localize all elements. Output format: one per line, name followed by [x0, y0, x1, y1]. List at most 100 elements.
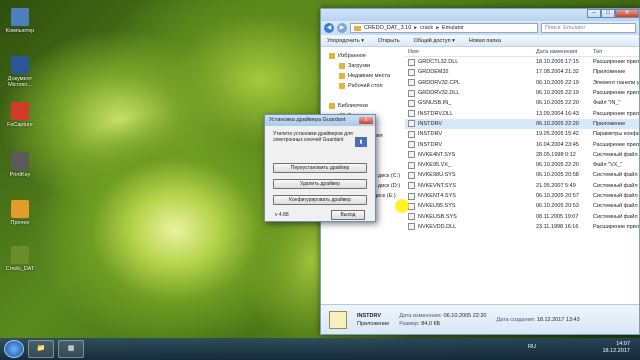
app-taskbar-icon[interactable]: ▦ [58, 340, 84, 358]
details-size: 84,0 КБ [421, 320, 441, 327]
file-row[interactable]: NVKENT4.SYS 06.10.2005 20:57 Системный фай… [405, 191, 639, 201]
breadcrumb-item[interactable]: Emulator [442, 25, 464, 31]
file-type: Расширение прилож [593, 223, 639, 230]
file-row[interactable]: INSTDRV 16.04.2004 23:45 Расширение прилож [405, 139, 639, 149]
file-name-cell: NVKE95.VX_ [408, 161, 536, 169]
file-row[interactable]: NVKE95.VX_ 06.10.2005 22:20 Файл "VX_" [405, 160, 639, 170]
file-name: GSNUSB.IN_ [418, 100, 452, 107]
desktop-icon-image [11, 56, 29, 74]
file-type: Системный файл [593, 182, 638, 189]
file-row[interactable]: NVKEVDD.DLL 23.11.1998 16:16 Расширение пр… [405, 222, 639, 232]
file-type: Системный файл [593, 213, 638, 220]
file-name-cell: NVKEVDD.DLL [408, 223, 536, 231]
version-label: v 4.88 [275, 212, 289, 218]
start-button[interactable] [4, 340, 24, 358]
details-size-label: Размер: [399, 320, 420, 327]
forward-button[interactable]: ▶ [337, 23, 347, 33]
nav-item[interactable]: Избранное [321, 51, 403, 61]
file-row[interactable]: GRDCTL32.DLL 18.10.2005 17:15 Расширение п… [405, 57, 639, 67]
guardant-dialog: Установка драйвера Guardant x Утилита ус… [264, 114, 376, 222]
remove-driver-button[interactable]: Удалить драйвер [273, 179, 367, 189]
nav-item[interactable]: Рабочий стол [321, 81, 403, 91]
exit-button[interactable]: Выход [331, 210, 365, 220]
nav-item-label: Избранное [338, 53, 366, 59]
explorer-titlebar[interactable]: – □ ✕ [321, 9, 639, 21]
file-name: NVKE95.VX_ [418, 162, 452, 169]
file-name-cell: NVKEVNT.SYS [408, 182, 536, 190]
cursor-highlight [395, 199, 409, 213]
explorer-taskbar-icon[interactable]: 📁 [28, 340, 54, 358]
dialog-title[interactable]: Установка драйвера Guardant x [265, 115, 375, 126]
file-row[interactable]: GSNUSB.IN_ 06.10.2005 22:20 Файл "IN_" [405, 98, 639, 108]
folder-icon [339, 73, 345, 79]
desktop-icon[interactable]: Credo_DAT [2, 246, 38, 272]
desktop-icon[interactable]: FsCapture [2, 102, 38, 128]
dialog-description: Утилита установки драйверов для электрон… [273, 131, 353, 143]
folder-icon [339, 63, 345, 69]
details-created: 18.12.2017 13:43 [536, 316, 580, 323]
back-button[interactable]: ◀ [324, 23, 334, 33]
nav-item[interactable]: Загрузки [321, 61, 403, 71]
breadcrumb-item[interactable]: crack [420, 25, 433, 31]
file-type: Расширение прилож [593, 141, 639, 148]
desktop-icon-label: PrintKey [9, 172, 31, 178]
desktop-icon[interactable]: Прочее [2, 200, 38, 226]
file-name: NVKE4NT.SYS [418, 151, 456, 158]
open-button[interactable]: Открыть [378, 38, 400, 44]
breadcrumb-item[interactable]: CREDO_DAT_3.10 [364, 25, 411, 31]
nav-item[interactable]: Библиотеки [321, 101, 403, 111]
file-name: NVKEUSB.SYS [418, 213, 457, 220]
column-date[interactable]: Дата изменения [536, 47, 593, 56]
column-type[interactable]: Тип [593, 47, 639, 56]
folder-icon [329, 103, 335, 109]
new-folder-button[interactable]: Новая папка [469, 38, 501, 44]
file-icon [408, 151, 415, 159]
file-row[interactable]: NVKE4NT.SYS 28.05.1998 0:12 Системный файл [405, 150, 639, 160]
file-icon [408, 130, 415, 138]
minimize-button[interactable]: – [587, 9, 601, 18]
file-row[interactable]: NVKEUSB.SYS 08.11.2005 19:07 Системный фай… [405, 211, 639, 221]
file-name: NVKENT4.SYS [418, 193, 456, 199]
organize-button[interactable]: Упорядочить ▾ [327, 38, 364, 44]
close-button[interactable]: ✕ [615, 9, 639, 18]
file-type: Расширение прилож [593, 110, 639, 117]
file-date: 08.11.2005 19:07 [536, 213, 579, 220]
file-icon [408, 99, 415, 107]
share-button[interactable]: Общий доступ ▾ [414, 38, 455, 44]
file-date: 16.04.2004 23:45 [536, 141, 579, 148]
clock-date: 18.12.2017 [602, 348, 630, 354]
desktop-icon[interactable]: Компьютер [2, 8, 38, 34]
file-date: 23.11.1998 16:16 [536, 223, 579, 230]
file-row[interactable]: NVKEVNT.SYS 21.05.2007 5:49 Системный файл [405, 181, 639, 191]
configure-driver-button[interactable]: Конфигурировать драйвер [273, 195, 367, 205]
dialog-close-button[interactable]: x [359, 117, 373, 124]
file-row[interactable]: INSTDRV.DLL 13.09.2004 16:43 Расширение пр… [405, 108, 639, 118]
file-row[interactable]: GRDDEM32 17.08.2004 21:32 Приложение [405, 67, 639, 77]
file-date: 13.09.2004 16:43 [536, 110, 579, 117]
column-headers: Имя Дата изменения Тип [405, 47, 639, 57]
desktop-icon[interactable]: Документ Microso... [2, 56, 38, 88]
file-name: NVKEVDD.DLL [418, 223, 457, 230]
file-icon [408, 68, 415, 76]
file-name: NVKE98U.SYS [418, 172, 456, 179]
maximize-button[interactable]: □ [601, 9, 615, 18]
language-indicator[interactable]: RU [528, 344, 536, 350]
file-type: Приложение [593, 120, 626, 127]
desktop-icon[interactable]: PrintKey [2, 152, 38, 178]
file-name-cell: GRDDRV32.CPL [408, 79, 536, 87]
details-created-label: Дата создания: [496, 316, 536, 323]
file-row[interactable]: NVKE98U.SYS 06.10.2005 20:58 Системный фай… [405, 170, 639, 180]
file-row[interactable]: NVKEU95.SYS 06.10.2005 20:53 Системный фай… [405, 201, 639, 211]
reinstall-driver-button[interactable]: Переустановить драйвер [273, 163, 367, 173]
column-name[interactable]: Имя [408, 47, 536, 56]
file-row[interactable]: INSTDRV 06.10.2005 22:20 Приложение [405, 118, 639, 130]
file-row[interactable]: GRDDRV32.CPL 06.10.2005 22:19 Элемент пане… [405, 78, 639, 88]
file-type: Расширение прилож [593, 90, 639, 97]
file-row[interactable]: GRDDRV32.DLL 06.10.2005 22:19 Расширение п… [405, 88, 639, 98]
breadcrumb[interactable]: CREDO_DAT_3.10 ▸ crack ▸ Emulator [350, 23, 538, 33]
file-row[interactable]: INSTDRV 19.05.2005 15:42 Параметры конфиг [405, 129, 639, 139]
clock[interactable]: 14:07 18.12.2017 [602, 341, 630, 355]
search-input[interactable]: Поиск: Emulator [541, 23, 636, 33]
nav-item[interactable]: Недавние места [321, 71, 403, 81]
file-date: 06.10.2005 22:20 [536, 162, 579, 169]
